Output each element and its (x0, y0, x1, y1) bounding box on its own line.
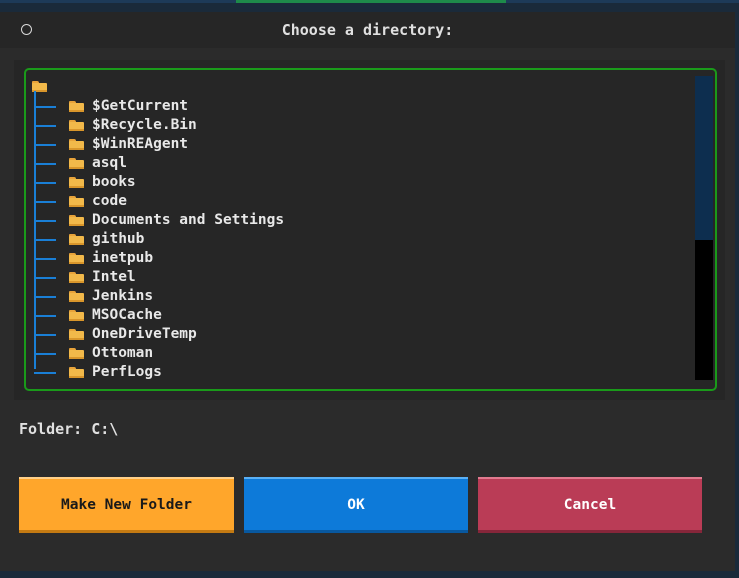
ok-button[interactable]: OK (244, 477, 468, 533)
folder-icon (69, 310, 84, 321)
tree-branch-line (34, 125, 56, 127)
tree-branch-line (34, 315, 56, 317)
tree-item-label: books (92, 174, 136, 190)
directory-tree[interactable]: $GetCurrent $Recycle.Bin $WinREAgent asql bo… (24, 68, 717, 391)
folder-icon (69, 120, 84, 131)
tree-branch-line (34, 239, 56, 241)
cancel-button[interactable]: Cancel (478, 477, 702, 533)
tree-branch-line (34, 144, 56, 146)
tree-branch-line (34, 258, 56, 260)
tree-item-label: Jenkins (92, 288, 154, 304)
folder-icon (69, 158, 84, 169)
tree-branch-line (34, 201, 56, 203)
tree-branch-line (34, 220, 56, 222)
tree-branch-line (34, 372, 56, 374)
folder-icon (69, 215, 84, 226)
tree-item-label: Intel (92, 269, 136, 285)
tree-panel: $GetCurrent $Recycle.Bin $WinREAgent asql bo… (14, 60, 725, 400)
folder-icon (69, 177, 84, 188)
tree-branch-line (34, 182, 56, 184)
folder-icon (69, 367, 84, 378)
tree-item-label: Documents and Settings (92, 212, 285, 228)
tree-branch-line (34, 296, 56, 298)
folder-icon (69, 234, 84, 245)
tree-item-label: $GetCurrent (92, 98, 189, 114)
tree-item-label: MSOCache (92, 307, 162, 323)
tree-item-label: OneDriveTemp (92, 326, 197, 342)
folder-icon (69, 139, 84, 150)
folder-icon (69, 272, 84, 283)
scrollbar-thumb[interactable] (695, 76, 713, 240)
tree-item-label: github (92, 231, 145, 247)
tree-item-label: PerfLogs (92, 364, 162, 380)
folder-icon (69, 329, 84, 340)
tree-item-label: code (92, 193, 127, 209)
tree-item-label: inetpub (92, 250, 154, 266)
folder-icon (69, 291, 84, 302)
tree-branch-line (34, 163, 56, 165)
folder-icon (69, 101, 84, 112)
tree-item-label: $Recycle.Bin (92, 117, 197, 133)
tree-item-label: asql (92, 155, 127, 171)
tree-branch-line (34, 277, 56, 279)
tree-item-label: $WinREAgent (92, 136, 189, 152)
folder-icon (69, 348, 84, 359)
scrollbar[interactable] (695, 76, 713, 380)
title-bar: Choose a directory: (0, 12, 735, 48)
make-new-folder-button[interactable]: Make New Folder (19, 477, 234, 533)
folder-path-label: Folder: C:\ (19, 420, 119, 438)
tree-branch-line (34, 353, 56, 355)
top-accent (236, 0, 506, 3)
tree-item-label: Ottoman (92, 345, 154, 361)
folder-icon (69, 253, 84, 264)
tree-branch-line (34, 106, 56, 108)
folder-icon (69, 196, 84, 207)
directory-dialog: Choose a directory: $GetCurrent $Recycle.… (0, 12, 739, 571)
dialog-title: Choose a directory: (281, 21, 454, 39)
tree-guide-line (34, 91, 36, 369)
tree-branch-line (34, 334, 56, 336)
